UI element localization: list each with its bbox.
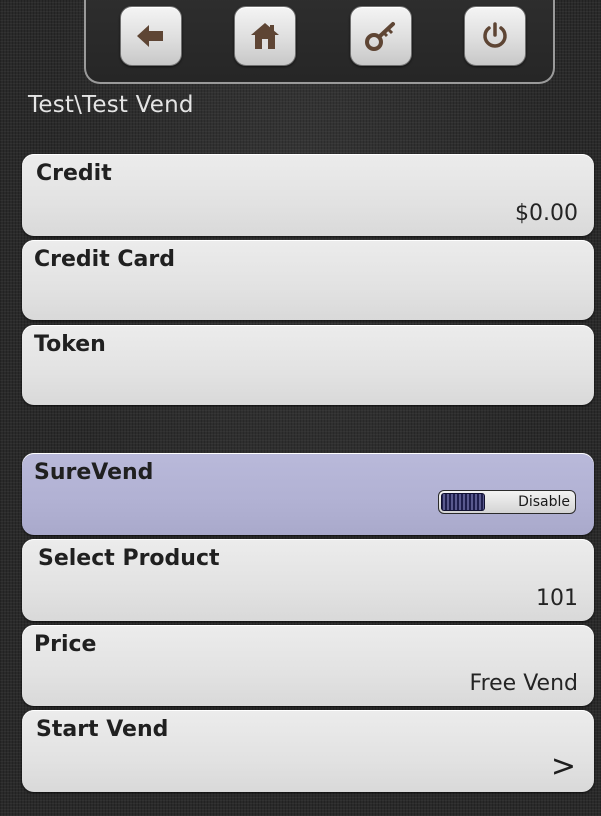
home-icon xyxy=(251,23,279,49)
surevend-row[interactable]: SureVend Disable xyxy=(22,453,594,535)
toggle-knob xyxy=(441,493,485,511)
start-vend-row[interactable]: Start Vend > xyxy=(22,710,594,792)
start-vend-label: Start Vend xyxy=(36,717,169,742)
token-row[interactable]: Token xyxy=(22,325,594,405)
key-button[interactable] xyxy=(350,6,412,66)
price-label: Price xyxy=(34,632,97,657)
credit-card-label: Credit Card xyxy=(34,247,175,272)
token-label: Token xyxy=(34,332,106,357)
surevend-toggle[interactable]: Disable xyxy=(438,490,576,514)
key-icon xyxy=(365,21,397,51)
price-value: Free Vend xyxy=(469,671,578,696)
toggle-state-text: Disable xyxy=(518,494,570,510)
price-row[interactable]: Price Free Vend xyxy=(22,625,594,706)
breadcrumb: Test\Test Vend xyxy=(28,92,194,118)
back-button[interactable] xyxy=(120,6,182,66)
credit-row[interactable]: Credit $0.00 xyxy=(22,154,594,236)
select-product-row[interactable]: Select Product 101 xyxy=(22,539,594,621)
home-button[interactable] xyxy=(234,6,296,66)
power-icon xyxy=(481,22,509,50)
arrow-left-icon xyxy=(137,25,165,47)
top-nav-bar xyxy=(84,0,555,84)
credit-card-row[interactable]: Credit Card xyxy=(22,240,594,320)
power-button[interactable] xyxy=(464,6,526,66)
surevend-label: SureVend xyxy=(34,460,154,485)
credit-label: Credit xyxy=(36,161,112,186)
select-product-label: Select Product xyxy=(38,546,220,571)
chevron-right-icon: > xyxy=(550,749,576,784)
credit-value: $0.00 xyxy=(515,201,578,226)
select-product-value: 101 xyxy=(536,586,578,611)
